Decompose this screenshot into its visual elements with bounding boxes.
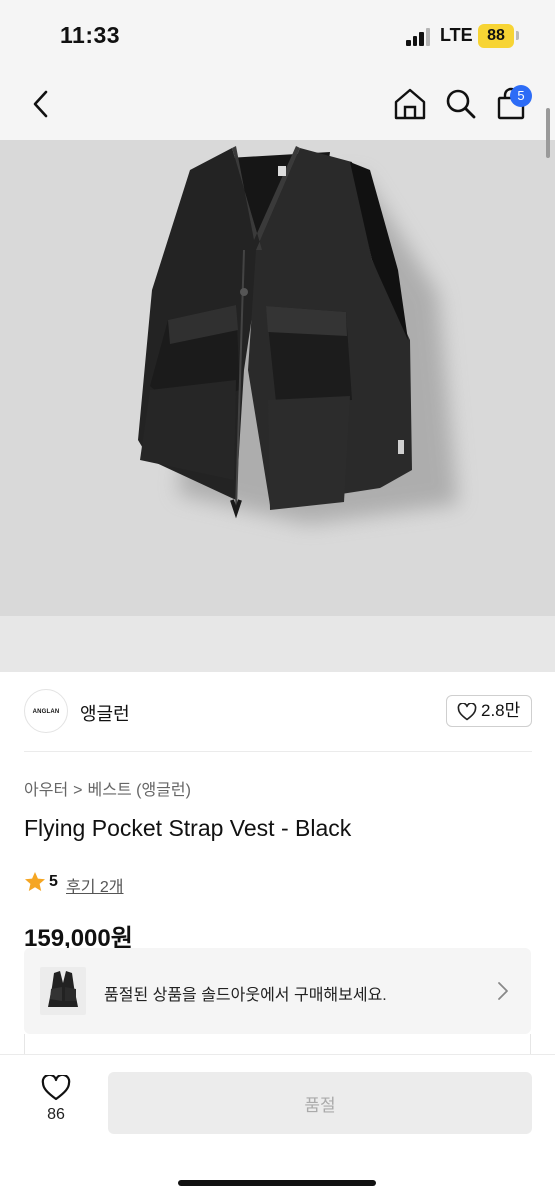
brand-logo[interactable]: ANGLAN [24,689,68,733]
review-count-link[interactable]: 후기 2개 [66,873,124,897]
rating-score: 5 [49,873,58,890]
product-image[interactable] [0,140,555,616]
signal-icon [406,28,432,46]
chevron-right-icon [497,981,509,1006]
brand-name[interactable]: 앵글런 [80,700,130,726]
divider [24,751,532,752]
heart-icon [457,703,477,721]
brand-like-button[interactable]: 2.8만 [446,695,532,727]
wishlist-count: 86 [47,1106,65,1123]
wishlist-button[interactable]: 86 [30,1072,82,1132]
product-title: Flying Pocket Strap Vest - Black [24,815,352,841]
soldout-buy-button[interactable]: 품절 [108,1072,532,1134]
scrollbar[interactable] [546,108,550,158]
status-bar: 11:33 LTE 88 [0,0,555,72]
soldout-thumbnail [40,967,86,1015]
heart-icon [41,1075,71,1101]
battery-tip [516,31,519,40]
breadcrumb-separator: > [73,782,83,799]
home-indicator [178,1180,376,1186]
breadcrumb: 아우터 > 베스트 (앵글런) [24,776,191,800]
star-icon [25,872,45,891]
soldout-banner[interactable]: 품절된 상품을 솔드아웃에서 구매해보세요. [24,948,531,1034]
home-icon[interactable] [392,86,428,127]
breadcrumb-item-outer[interactable]: 아우터 [24,782,68,799]
breadcrumb-item-vest[interactable]: 베스트 (앵글런) [88,782,191,799]
image-pager-strip [0,616,555,672]
chevron-left-icon[interactable] [28,88,54,125]
network-type: LTE [440,25,473,45]
battery-icon: 88 [478,24,514,48]
soldout-banner-text: 품절된 상품을 솔드아웃에서 구매해보세요. [104,987,387,1004]
brand-row: ANGLAN 앵글런 2.8만 [24,689,532,735]
status-time: 11:33 [60,22,121,48]
search-icon[interactable] [444,87,478,126]
brand-like-count: 2.8만 [481,701,521,720]
cart-count-badge: 5 [510,85,532,107]
